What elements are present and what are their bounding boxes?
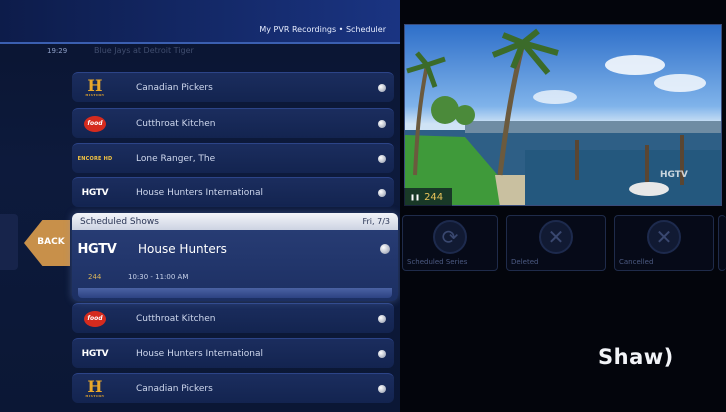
scheduled-shows-header: Scheduled Shows Fri, 7/3: [72, 213, 398, 230]
video-channel-badge: ❚❚ 244: [404, 188, 452, 206]
list-item[interactable]: HGTV House Hunters International: [72, 177, 394, 207]
header-bar: My PVR Recordings • Scheduler: [0, 0, 400, 44]
scheduled-series-option[interactable]: ⟳ Scheduled Series: [402, 215, 498, 271]
shaw-logo: Shaw): [598, 345, 674, 369]
food-network-logo-icon: food: [72, 304, 118, 333]
history-logo-icon: H HISTORY: [85, 377, 105, 398]
scheduled-show-title: House Hunters: [138, 242, 227, 256]
list-item-title: Cutthroat Kitchen: [136, 313, 216, 324]
hgtv-logo-icon: HGTV: [81, 348, 109, 359]
list-item-title: House Hunters International: [136, 348, 263, 359]
series-loop-icon: ⟳: [433, 220, 467, 254]
list-item-title: House Hunters International: [136, 187, 263, 198]
option-label: Cancelled: [619, 258, 654, 266]
option-label: Deleted: [511, 258, 539, 266]
pause-icon: ❚❚: [410, 193, 421, 201]
channel-number: 244: [88, 273, 102, 281]
hgtv-logo-icon: HGTV: [77, 241, 117, 257]
list-item[interactable]: HGTV House Hunters International: [72, 338, 394, 368]
channel-bug: HGTV: [660, 170, 688, 180]
scheduled-shows-heading: Scheduled Shows: [80, 216, 159, 227]
page-title: My PVR Recordings • Scheduler: [259, 25, 386, 34]
option-label: Scheduled Series: [407, 258, 468, 266]
list-item-title: Canadian Pickers: [136, 82, 213, 93]
history-logo-icon: H HISTORY: [85, 76, 105, 97]
back-label: BACK: [37, 237, 65, 247]
previous-panel-edge: [0, 214, 18, 270]
airtime: 10:30 - 11:00 AM: [128, 273, 189, 281]
list-item[interactable]: ENCORE HD Lone Ranger, The: [72, 143, 394, 173]
cancelled-option[interactable]: ✕ Cancelled: [614, 215, 714, 271]
guide-panel: My PVR Recordings • Scheduler 19:29 Blue…: [0, 0, 400, 412]
delete-x-icon: ✕: [539, 220, 573, 254]
record-dot-icon: [378, 314, 386, 323]
scheduled-date: Fri, 7/3: [362, 217, 391, 226]
deleted-option[interactable]: ✕ Deleted: [506, 215, 606, 271]
video-channel-number: 244: [424, 191, 444, 203]
record-dot-icon: [378, 384, 386, 393]
list-item[interactable]: food Cutthroat Kitchen: [72, 108, 394, 138]
next-option-edge: [718, 215, 726, 271]
scheduled-show-info: 244 10:30 - 11:00 AM: [72, 268, 398, 286]
list-item[interactable]: H HISTORY Canadian Pickers: [72, 72, 394, 102]
record-dot-icon: [378, 349, 386, 358]
record-dot-icon: [378, 83, 386, 92]
cancel-x-icon: ✕: [647, 220, 681, 254]
record-dot-icon: [378, 119, 386, 128]
encore-logo-icon: ENCORE HD: [77, 155, 113, 162]
hgtv-logo-icon: HGTV: [81, 187, 109, 198]
progress-bar: [78, 288, 392, 298]
food-network-logo-icon: food: [72, 109, 118, 138]
faded-list-item: Blue Jays at Detroit Tiger: [94, 46, 194, 55]
back-button[interactable]: BACK: [24, 220, 70, 266]
list-item[interactable]: H HISTORY Canadian Pickers: [72, 373, 394, 403]
record-dot-icon: [378, 188, 386, 197]
record-dot-icon: [378, 154, 386, 163]
list-item[interactable]: food Cutthroat Kitchen: [72, 303, 394, 333]
scheduled-show-row: HGTV House Hunters: [72, 230, 398, 268]
list-item-title: Lone Ranger, The: [136, 153, 216, 164]
record-dot-icon: [380, 244, 390, 254]
list-item-title: Cutthroat Kitchen: [136, 118, 216, 129]
list-item-title: Canadian Pickers: [136, 383, 213, 394]
scheduled-shows-card[interactable]: Scheduled Shows Fri, 7/3 HGTV House Hunt…: [72, 213, 398, 301]
clock: 19:29: [47, 47, 68, 55]
